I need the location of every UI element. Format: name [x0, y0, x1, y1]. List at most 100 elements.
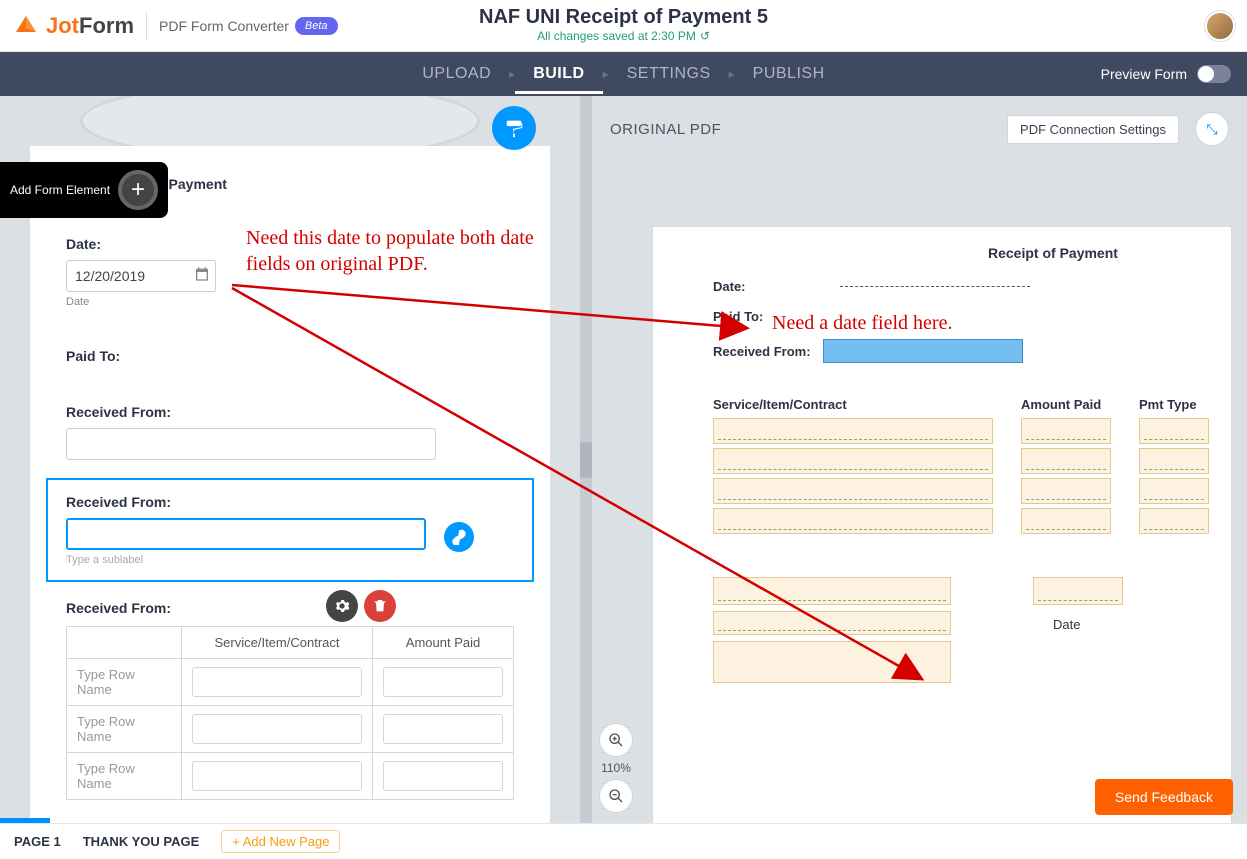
- pdf-col-header-amount: Amount Paid: [1021, 397, 1111, 412]
- pdf-columns: Service/Item/Contract Amount Paid Pmt Ty…: [713, 397, 1209, 538]
- send-feedback-button[interactable]: Send Feedback: [1095, 779, 1233, 815]
- pdf-received-from-row: Received From:: [713, 339, 1023, 363]
- pdf-field-box[interactable]: [1021, 448, 1111, 474]
- sublabel-placeholder[interactable]: Type a sublabel: [66, 554, 514, 566]
- received-from-input-2[interactable]: [66, 518, 426, 550]
- pdf-col-service: Service/Item/Contract: [713, 397, 993, 538]
- pdf-field-box[interactable]: [713, 577, 951, 605]
- plus-icon: +: [118, 170, 158, 210]
- input-table-field[interactable]: Received From: Service/Item/Contract Amo…: [66, 600, 514, 800]
- zoom-out-icon: [608, 788, 624, 804]
- jotform-logo-icon: [12, 12, 40, 40]
- date-field[interactable]: Date: Date: [66, 236, 514, 308]
- pdf-field-box[interactable]: [713, 478, 993, 504]
- table-cell-input[interactable]: [383, 714, 503, 744]
- pdf-preview[interactable]: Receipt of Payment Date: Paid To: Receiv…: [652, 226, 1232, 823]
- received-from-field-2-selected[interactable]: Received From: Type a sublabel: [46, 478, 534, 582]
- date-input-wrap: [66, 260, 216, 292]
- original-pdf-pane: ORIGINAL PDF PDF Connection Settings ⤡ R…: [592, 96, 1247, 823]
- original-pdf-title: ORIGINAL PDF: [610, 121, 721, 138]
- table-col-header-2[interactable]: Amount Paid: [373, 627, 514, 659]
- pdf-field-box[interactable]: [1139, 508, 1209, 534]
- date-sublabel: Date: [66, 296, 514, 308]
- add-form-element-button[interactable]: Add Form Element +: [0, 162, 168, 218]
- top-header: JotForm PDF Form Converter Beta NAF UNI …: [0, 0, 1247, 52]
- pdf-title: Receipt of Payment: [988, 245, 1118, 261]
- thank-you-page-tab[interactable]: THANK YOU PAGE: [83, 834, 200, 849]
- row-name-input[interactable]: Type Row Name: [67, 753, 182, 800]
- link-button[interactable]: [444, 522, 474, 552]
- pdf-col-pmt-type: Pmt Type: [1139, 397, 1209, 538]
- workarea: Add Form Element + f Payment Date: Date …: [0, 96, 1247, 823]
- builder-pane: Add Form Element + f Payment Date: Date …: [0, 96, 580, 823]
- collapse-pane-button[interactable]: ⤡: [1195, 112, 1229, 146]
- nav-publish[interactable]: PUBLISH: [735, 65, 843, 83]
- date-label: Date:: [66, 236, 514, 252]
- add-new-page-button[interactable]: + Add New Page: [221, 830, 340, 853]
- pdf-field-box[interactable]: [1139, 418, 1209, 444]
- pdf-field-box[interactable]: [713, 448, 993, 474]
- pdf-lower-date-field[interactable]: [1033, 577, 1123, 605]
- pdf-date-label: Date:: [713, 279, 746, 294]
- bottom-bar: PAGE 1 THANK YOU PAGE + Add New Page: [0, 823, 1247, 859]
- table-cell-input[interactable]: [192, 714, 362, 744]
- pdf-field-box[interactable]: [1139, 448, 1209, 474]
- user-avatar[interactable]: [1205, 11, 1235, 41]
- nav-upload[interactable]: UPLOAD: [404, 65, 509, 83]
- pdf-field-box[interactable]: [713, 611, 951, 635]
- table-cell-input[interactable]: [383, 667, 503, 697]
- received-from-label-1: Received From:: [66, 404, 514, 420]
- calendar-icon[interactable]: [194, 266, 210, 287]
- product-name: PDF Form Converter: [159, 18, 289, 34]
- pdf-field-box[interactable]: [713, 508, 993, 534]
- received-from-field-1[interactable]: Received From:: [66, 404, 514, 460]
- pdf-field-box[interactable]: [1021, 508, 1111, 534]
- pdf-field-box[interactable]: [713, 418, 993, 444]
- page-tab-1[interactable]: PAGE 1: [14, 834, 61, 849]
- pane-divider[interactable]: [580, 96, 592, 823]
- table-row: Type Row Name: [67, 753, 514, 800]
- pdf-field-box[interactable]: [1021, 418, 1111, 444]
- pdf-paid-to-label: Paid To:: [713, 309, 763, 324]
- received-from-input-1[interactable]: [66, 428, 436, 460]
- table-cell-input[interactable]: [383, 761, 503, 791]
- field-actions: [326, 590, 396, 622]
- logo-text: JotForm: [46, 13, 134, 39]
- pdf-connection-settings-button[interactable]: PDF Connection Settings: [1007, 115, 1179, 144]
- logo[interactable]: JotForm: [12, 12, 134, 40]
- field-settings-button[interactable]: [326, 590, 358, 622]
- input-table: Service/Item/Contract Amount Paid Type R…: [66, 626, 514, 800]
- table-col-header-1[interactable]: Service/Item/Contract: [182, 627, 373, 659]
- link-icon: [451, 529, 467, 545]
- pdf-date-row: Date:: [713, 279, 1030, 294]
- field-delete-button[interactable]: [364, 590, 396, 622]
- paid-to-field[interactable]: Paid To:: [66, 348, 514, 364]
- pdf-field-box[interactable]: [1021, 478, 1111, 504]
- table-cell-input[interactable]: [192, 667, 362, 697]
- navbar: UPLOAD ▸ BUILD ▸ SETTINGS ▸ PUBLISH Prev…: [0, 52, 1247, 96]
- undo-icon[interactable]: ↺: [700, 29, 710, 43]
- title-block: NAF UNI Receipt of Payment 5 All changes…: [479, 6, 768, 43]
- table-cell-input[interactable]: [192, 761, 362, 791]
- pdf-field-box[interactable]: [713, 641, 951, 683]
- drag-handle-icon[interactable]: [580, 442, 592, 478]
- pdf-paid-to-row: Paid To:: [713, 309, 763, 324]
- toggle-icon[interactable]: [1197, 65, 1231, 83]
- pdf-field-box[interactable]: [1139, 478, 1209, 504]
- row-name-input[interactable]: Type Row Name: [67, 706, 182, 753]
- form-card: f Payment Date: Date Paid To: Received F…: [30, 146, 550, 823]
- table-row: Type Row Name: [67, 706, 514, 753]
- pdf-lower-section: Date: [713, 577, 951, 689]
- zoom-out-button[interactable]: [599, 779, 633, 813]
- pdf-received-from-field[interactable]: [823, 339, 1023, 363]
- paint-roller-button[interactable]: [492, 106, 536, 150]
- pdf-col-header-pmt: Pmt Type: [1139, 397, 1209, 412]
- preview-form-toggle[interactable]: Preview Form: [1101, 65, 1231, 83]
- table-label: Received From:: [66, 600, 514, 616]
- received-from-label-2: Received From:: [66, 494, 514, 510]
- row-name-input[interactable]: Type Row Name: [67, 659, 182, 706]
- zoom-in-button[interactable]: [599, 723, 633, 757]
- nav-build[interactable]: BUILD: [515, 54, 602, 94]
- nav-settings[interactable]: SETTINGS: [609, 65, 729, 83]
- page-title[interactable]: NAF UNI Receipt of Payment 5: [479, 6, 768, 29]
